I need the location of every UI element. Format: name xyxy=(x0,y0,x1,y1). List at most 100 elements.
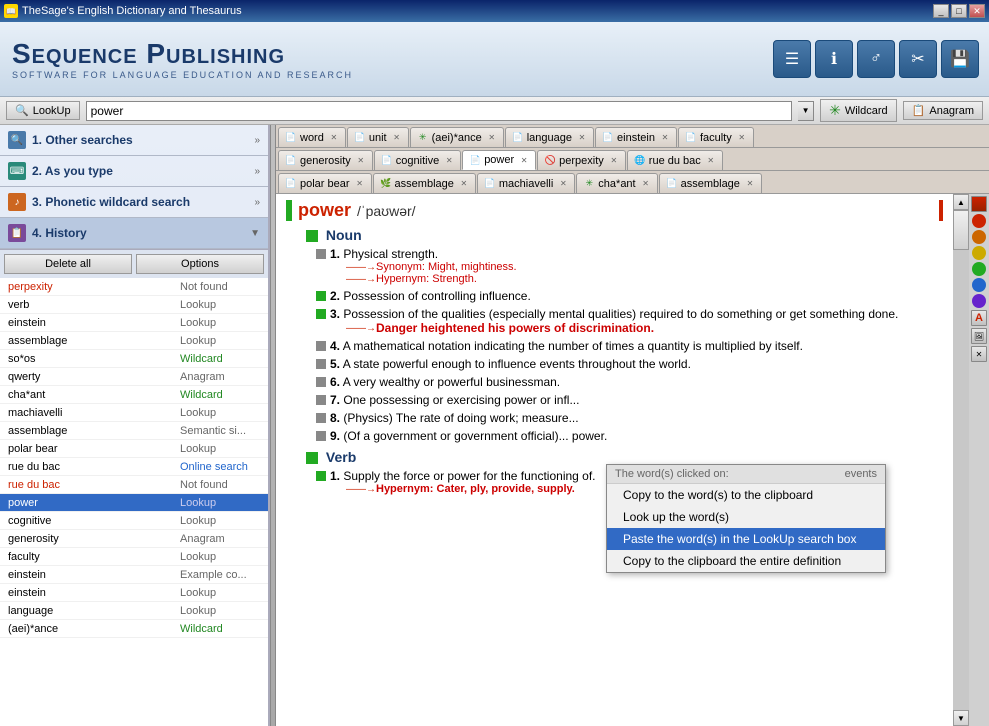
history-row[interactable]: polar bear Lookup xyxy=(0,440,268,458)
tab-word-close[interactable]: ✕ xyxy=(329,133,339,143)
scroll-track[interactable] xyxy=(953,210,969,710)
history-row[interactable]: rue du bac Online search xyxy=(0,458,268,476)
as-you-type-label: 2. As you type xyxy=(32,164,248,178)
search-dropdown[interactable]: ▼ xyxy=(798,101,814,121)
right-btn-A[interactable]: A xyxy=(971,310,987,326)
tab-assemblage-2[interactable]: 📄 assemblage ✕ xyxy=(659,173,762,193)
tab-unit[interactable]: 📄 unit ✕ xyxy=(347,127,409,147)
history-row[interactable]: qwerty Anagram xyxy=(0,368,268,386)
right-btn-x[interactable]: ✕ xyxy=(971,346,987,362)
tab-assemblage1-close[interactable]: ✕ xyxy=(459,179,469,189)
tab-rue-du-bac-label: rue du bac xyxy=(649,155,701,167)
color-red-dot[interactable] xyxy=(972,214,986,228)
tab-cognitive-close[interactable]: ✕ xyxy=(444,156,454,166)
history-row[interactable]: (aei)*ance Wildcard xyxy=(0,620,268,638)
history-row[interactable]: rue du bac Not found xyxy=(0,476,268,494)
tab-generosity[interactable]: 📄 generosity ✕ xyxy=(278,150,373,170)
wildcard-button[interactable]: ✳ Wildcard xyxy=(820,99,897,122)
history-row[interactable]: machiavelli Lookup xyxy=(0,404,268,422)
vertical-scrollbar[interactable]: ▲ ▼ xyxy=(953,194,969,726)
tab-rue-du-bac[interactable]: 🌐 rue du bac ✕ xyxy=(627,150,723,170)
history-row[interactable]: einstein Example co... xyxy=(0,566,268,584)
color-yellow-dot[interactable] xyxy=(972,246,986,260)
tab-einstein[interactable]: 📄 einstein ✕ xyxy=(595,127,677,147)
tab-perpexity-icon: 🚫 xyxy=(544,155,556,167)
sidebar-item-phonetic[interactable]: ♪ 3. Phonetic wildcard search » xyxy=(0,187,268,217)
maximize-button[interactable]: □ xyxy=(951,4,967,18)
brand-btn-1[interactable]: ☰ xyxy=(773,40,811,78)
tab-cognitive[interactable]: 📄 cognitive ✕ xyxy=(374,150,461,170)
history-row[interactable]: einstein Lookup xyxy=(0,314,268,332)
history-row[interactable]: language Lookup xyxy=(0,602,268,620)
context-item-copy-word[interactable]: Copy to the word(s) to the clipboard xyxy=(607,484,885,506)
tab-faculty[interactable]: 📄 faculty ✕ xyxy=(678,127,754,147)
close-button[interactable]: ✕ xyxy=(969,4,985,18)
entry-6-text: A very wealthy or powerful businessman. xyxy=(343,375,560,389)
tab-cha-ant-close[interactable]: ✕ xyxy=(641,179,651,189)
history-row[interactable]: cognitive Lookup xyxy=(0,512,268,530)
history-row[interactable]: faculty Lookup xyxy=(0,548,268,566)
minimize-button[interactable]: _ xyxy=(933,4,949,18)
history-row[interactable]: assemblage Lookup xyxy=(0,332,268,350)
tab-polar-bear-close[interactable]: ✕ xyxy=(355,179,365,189)
tab-assemblage2-close[interactable]: ✕ xyxy=(745,179,755,189)
tab-power-close[interactable]: ✕ xyxy=(519,155,529,165)
color-green-dot[interactable] xyxy=(972,262,986,276)
tab-unit-close[interactable]: ✕ xyxy=(392,133,402,143)
delete-all-button[interactable]: Delete all xyxy=(4,254,132,274)
tab-machiavelli-label: machiavelli xyxy=(499,178,553,190)
other-searches-label: 1. Other searches xyxy=(32,133,248,147)
tab-cha-ant[interactable]: ✳ cha*ant ✕ xyxy=(576,173,657,193)
tab-perpexity[interactable]: 🚫 perpexity ✕ xyxy=(537,150,626,170)
definition-scroll[interactable]: power /ˈpaʊwər/ Noun 1. Physical strengt… xyxy=(276,194,953,726)
tab-machiavelli[interactable]: 📄 machiavelli ✕ xyxy=(477,173,575,193)
right-btn-img[interactable]: 🖼 xyxy=(971,328,987,344)
color-blue-dot[interactable] xyxy=(972,278,986,292)
brand-btn-3[interactable]: ♂ xyxy=(857,40,895,78)
tab-aei-close[interactable]: ✕ xyxy=(487,133,497,143)
color-purple-dot[interactable] xyxy=(972,294,986,308)
entry-5-content: 5. A state powerful enough to influence … xyxy=(330,357,691,371)
history-row[interactable]: einstein Lookup xyxy=(0,584,268,602)
history-row-selected[interactable]: power Lookup xyxy=(0,494,268,512)
sidebar-item-history[interactable]: 📋 4. History ▼ xyxy=(0,218,268,248)
tab-faculty-close[interactable]: ✕ xyxy=(737,133,747,143)
history-row[interactable]: so*os Wildcard xyxy=(0,350,268,368)
right-btn-1[interactable] xyxy=(971,196,987,212)
tab-power[interactable]: 📄 power ✕ xyxy=(462,150,536,170)
context-item-paste-lookup[interactable]: Paste the word(s) in the LookUp search b… xyxy=(607,528,885,550)
tab-generosity-close[interactable]: ✕ xyxy=(356,156,366,166)
sidebar-item-other-searches[interactable]: 🔍 1. Other searches » xyxy=(0,125,268,155)
tab-rue-du-bac-close[interactable]: ✕ xyxy=(706,156,716,166)
definition-word: power xyxy=(298,200,351,221)
history-row[interactable]: cha*ant Wildcard xyxy=(0,386,268,404)
tab-language-close[interactable]: ✕ xyxy=(577,133,587,143)
anagram-button[interactable]: 📋 Anagram xyxy=(903,101,983,120)
brand-btn-2[interactable]: ℹ xyxy=(815,40,853,78)
brand-btn-5[interactable]: 💾 xyxy=(941,40,979,78)
history-row[interactable]: assemblage Semantic si... xyxy=(0,422,268,440)
scroll-down-button[interactable]: ▼ xyxy=(953,710,969,726)
tab-polar-bear[interactable]: 📄 polar bear ✕ xyxy=(278,173,372,193)
scroll-thumb[interactable] xyxy=(953,210,969,250)
tab-aei-ance[interactable]: ✳ (aei)*ance ✕ xyxy=(410,127,504,147)
options-button[interactable]: Options xyxy=(136,254,264,274)
tab-einstein-close[interactable]: ✕ xyxy=(660,133,670,143)
brand-btn-4[interactable]: ✂ xyxy=(899,40,937,78)
history-row[interactable]: perpexity Not found xyxy=(0,278,268,296)
tab-assemblage-1[interactable]: 🌿 assemblage ✕ xyxy=(373,173,476,193)
lookup-button[interactable]: 🔍 LookUp xyxy=(6,101,80,120)
tab-word[interactable]: 📄 word ✕ xyxy=(278,127,346,147)
tab-perpexity-close[interactable]: ✕ xyxy=(609,156,619,166)
color-orange-dot[interactable] xyxy=(972,230,986,244)
search-input[interactable] xyxy=(86,101,793,121)
context-item-lookup[interactable]: Look up the word(s) xyxy=(607,506,885,528)
history-row[interactable]: verb Lookup xyxy=(0,296,268,314)
context-item-copy-def[interactable]: Copy to the clipboard the entire definit… xyxy=(607,550,885,572)
tab-language[interactable]: 📄 language ✕ xyxy=(505,127,594,147)
history-row[interactable]: generosity Anagram xyxy=(0,530,268,548)
tab-machiavelli-close[interactable]: ✕ xyxy=(558,179,568,189)
sidebar-item-as-you-type[interactable]: ⌨ 2. As you type » xyxy=(0,156,268,186)
entry-marker-9 xyxy=(316,431,326,441)
scroll-up-button[interactable]: ▲ xyxy=(953,194,969,210)
